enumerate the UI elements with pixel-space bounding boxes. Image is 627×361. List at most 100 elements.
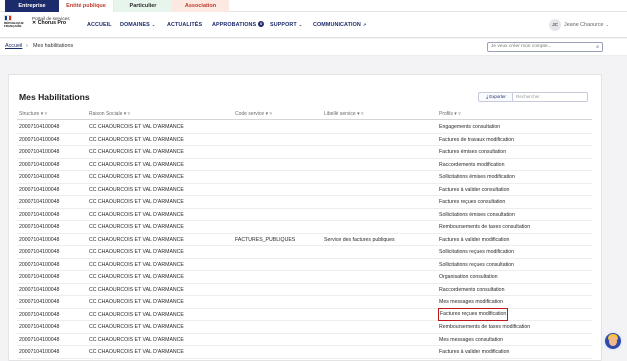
site-search-input[interactable]: Je veux créer mon compte... ⌕ [487, 42, 603, 52]
cell-structure: 20007104100048 [19, 336, 60, 343]
cell-raison-sociale: CC CHAOURCOIS ET VAL D'ARMANCE [89, 211, 184, 218]
portal-brand-name: Chorus Pro [37, 20, 67, 26]
site-header: RÉPUBLIQUE FRANÇAISE Portail de services… [0, 12, 627, 38]
cell-profil: Remboursements de taxes modification [439, 324, 531, 330]
tab-association[interactable]: Association [172, 0, 229, 12]
portal-branding[interactable]: Portail de services ✕ Chorus Pro [32, 16, 70, 26]
cell-code-service: FACTURES_PUBLIQUES [235, 236, 296, 243]
cell-raison-sociale: CC CHAOURCOIS ET VAL D'ARMANCE [89, 161, 184, 168]
sort-icon: ▾ [123, 111, 127, 117]
nav-actualites[interactable]: ACTUALITÉS [167, 12, 202, 38]
cell-profil: Factures à valider consultation [439, 186, 510, 193]
cell-raison-sociale: CC CHAOURCOIS ET VAL D'ARMANCE [89, 274, 184, 280]
sort-icon: ▾ [265, 111, 269, 117]
cell-profil: Sollicitations reçues modification [439, 249, 514, 255]
nav-domaines[interactable]: DOMAINES ⌄ [120, 12, 155, 38]
avatar[interactable]: JC [549, 19, 561, 31]
cell-raison-sociale: CC CHAOURCOIS ET VAL D'ARMANCE [89, 336, 184, 343]
export-button[interactable]: ⤓ Exporter [478, 92, 514, 102]
cell-structure: 20007104100048 [19, 349, 60, 355]
column-label: Code service [235, 111, 265, 117]
export-label: Exporter [489, 94, 506, 99]
cell-structure: 20007104100048 [19, 274, 60, 280]
table-row[interactable]: 20007104100048 CC CHAOURCOIS ET VAL D'ARM… [17, 334, 592, 346]
republique-francaise-logo[interactable]: RÉPUBLIQUE FRANÇAISE [4, 15, 24, 35]
cell-structure: 20007104100048 [19, 224, 60, 230]
column-label: Structure [19, 111, 40, 117]
sort-icon: ▾ [357, 111, 360, 117]
table-row[interactable]: 20007104100048 CC CHAOURCOIS ET VAL D'ARM… [17, 146, 592, 159]
cell-structure: 20007104100048 [19, 286, 60, 293]
table-row[interactable]: 20007104100048 CC CHAOURCOIS ET VAL D'ARM… [17, 296, 592, 309]
filter-icon: ▿ [269, 111, 272, 117]
cell-raison-sociale: CC CHAOURCOIS ET VAL D'ARMANCE [89, 286, 184, 293]
table-row[interactable]: 20007104100048 CC CHAOURCOIS ET VAL D'ARM… [17, 271, 592, 284]
page-title: Mes Habilitations [19, 92, 90, 102]
cell-structure: 20007104100048 [19, 324, 60, 330]
table-row[interactable]: 20007104100048 CC CHAOURCOIS ET VAL D'ARM… [17, 284, 592, 296]
site-search-placeholder: Je veux créer mon compte... [491, 44, 552, 49]
filter-icon: ▿ [458, 111, 461, 117]
table-row[interactable]: 20007104100048 CC CHAOURCOIS ET VAL D'ARM… [17, 196, 592, 209]
cell-structure: 20007104100048 [19, 311, 60, 318]
cell-structure: 20007104100048 [19, 299, 60, 305]
column-header-code-service[interactable]: Code service ▾ ▿ [235, 111, 272, 117]
assistant-avatar-button[interactable] [603, 331, 623, 351]
user-name: Jeane Chaource [564, 22, 604, 28]
column-header-raison-sociale[interactable]: Raison Sociale ▾ ▿ [89, 111, 130, 117]
nav-accueil[interactable]: ACCUEIL [87, 12, 112, 38]
cell-structure: 20007104100048 [19, 136, 60, 143]
table-row[interactable]: 20007104100048 CC CHAOURCOIS ET VAL D'ARM… [17, 259, 592, 271]
table-row[interactable]: 20007104100048 CC CHAOURCOIS ET VAL D'ARM… [17, 346, 592, 359]
column-header-libelle-service[interactable]: Libellé service ▾ ▿ [324, 111, 364, 117]
chevron-down-icon: ⌄ [151, 22, 156, 27]
cell-raison-sociale: CC CHAOURCOIS ET VAL D'ARMANCE [89, 186, 184, 193]
sort-icon: ▾ [454, 111, 457, 117]
breadcrumb-current: Mes habilitations [33, 43, 74, 49]
habilitations-card: Mes Habilitations ⤓ Exporter Rechercher … [8, 74, 602, 361]
table-search-input[interactable]: Rechercher [512, 92, 588, 102]
cell-structure: 20007104100048 [19, 124, 60, 130]
column-label: Profils [439, 111, 453, 117]
table-row[interactable]: 20007104100048 CC CHAOURCOIS ET VAL D'ARM… [17, 184, 592, 196]
nav-approbations-label: APPROBATIONS [212, 22, 257, 28]
cell-profil: Factures émises consultation [439, 149, 507, 155]
table-row[interactable]: 20007104100048 CC CHAOURCOIS ET VAL D'ARM… [17, 221, 592, 234]
table-row[interactable]: 20007104100048 CC CHAOURCOIS ET VAL D'ARM… [17, 209, 592, 221]
cell-profil: Mes messages consultation [439, 336, 504, 343]
column-label: Libellé service [324, 111, 356, 117]
table-row[interactable]: 20007104100048 CC CHAOURCOIS ET VAL D'ARM… [17, 234, 592, 246]
cell-raison-sociale: CC CHAOURCOIS ET VAL D'ARMANCE [89, 349, 184, 355]
nav-approbations[interactable]: APPROBATIONS 0 [212, 12, 265, 38]
nav-support[interactable]: SUPPORT ⌄ [270, 12, 302, 38]
user-menu[interactable]: Jeane Chaource ⌄ [564, 12, 609, 38]
approvals-count-badge: 0 [258, 21, 265, 27]
cell-raison-sociale: CC CHAOURCOIS ET VAL D'ARMANCE [89, 224, 184, 230]
table-row[interactable]: 20007104100048 CC CHAOURCOIS ET VAL D'ARM… [17, 321, 592, 334]
cell-profil: Mes messages modification [439, 299, 504, 305]
cell-profil-highlighted: Factures reçues modification [437, 307, 509, 321]
table-row[interactable]: 20007104100048 CC CHAOURCOIS ET VAL D'ARM… [17, 134, 592, 146]
nav-communication[interactable]: COMMUNICATION ↗ [313, 12, 366, 38]
cell-profil: Factures de travaux modification [439, 136, 514, 143]
tab-entite-publique[interactable]: Entité publique [59, 0, 114, 12]
cell-structure: 20007104100048 [19, 174, 60, 180]
table-row[interactable]: 20007104100048 CC CHAOURCOIS ET VAL D'ARM… [17, 121, 592, 134]
tab-particulier[interactable]: Particulier [114, 0, 172, 12]
search-icon[interactable]: ⌕ [596, 43, 599, 51]
filter-icon: ▿ [127, 111, 131, 117]
tab-entreprise[interactable]: Entreprise [5, 0, 59, 12]
table-row[interactable]: 20007104100048 CC CHAOURCOIS ET VAL D'ARM… [17, 307, 592, 321]
nav-accueil-label: ACCUEIL [87, 22, 112, 28]
table-row[interactable]: 20007104100048 CC CHAOURCOIS ET VAL D'ARM… [17, 246, 592, 259]
cell-profil: Sollicitations reçues consultation [439, 261, 514, 268]
table-row[interactable]: 20007104100048 CC CHAOURCOIS ET VAL D'ARM… [17, 159, 592, 171]
sort-icon: ▾ [40, 111, 44, 117]
column-header-profils[interactable]: Profils ▾ ▿ [439, 111, 461, 117]
cell-profil: Raccordements consultation [439, 286, 505, 293]
breadcrumb-home-link[interactable]: Accueil [5, 43, 22, 49]
cell-profil: Remboursements de taxes consultation [439, 224, 531, 230]
chevron-down-icon: ⌄ [298, 22, 303, 27]
column-header-structure[interactable]: Structure ▾ ▿ [19, 111, 47, 117]
table-row[interactable]: 20007104100048 CC CHAOURCOIS ET VAL D'ARM… [17, 171, 592, 184]
